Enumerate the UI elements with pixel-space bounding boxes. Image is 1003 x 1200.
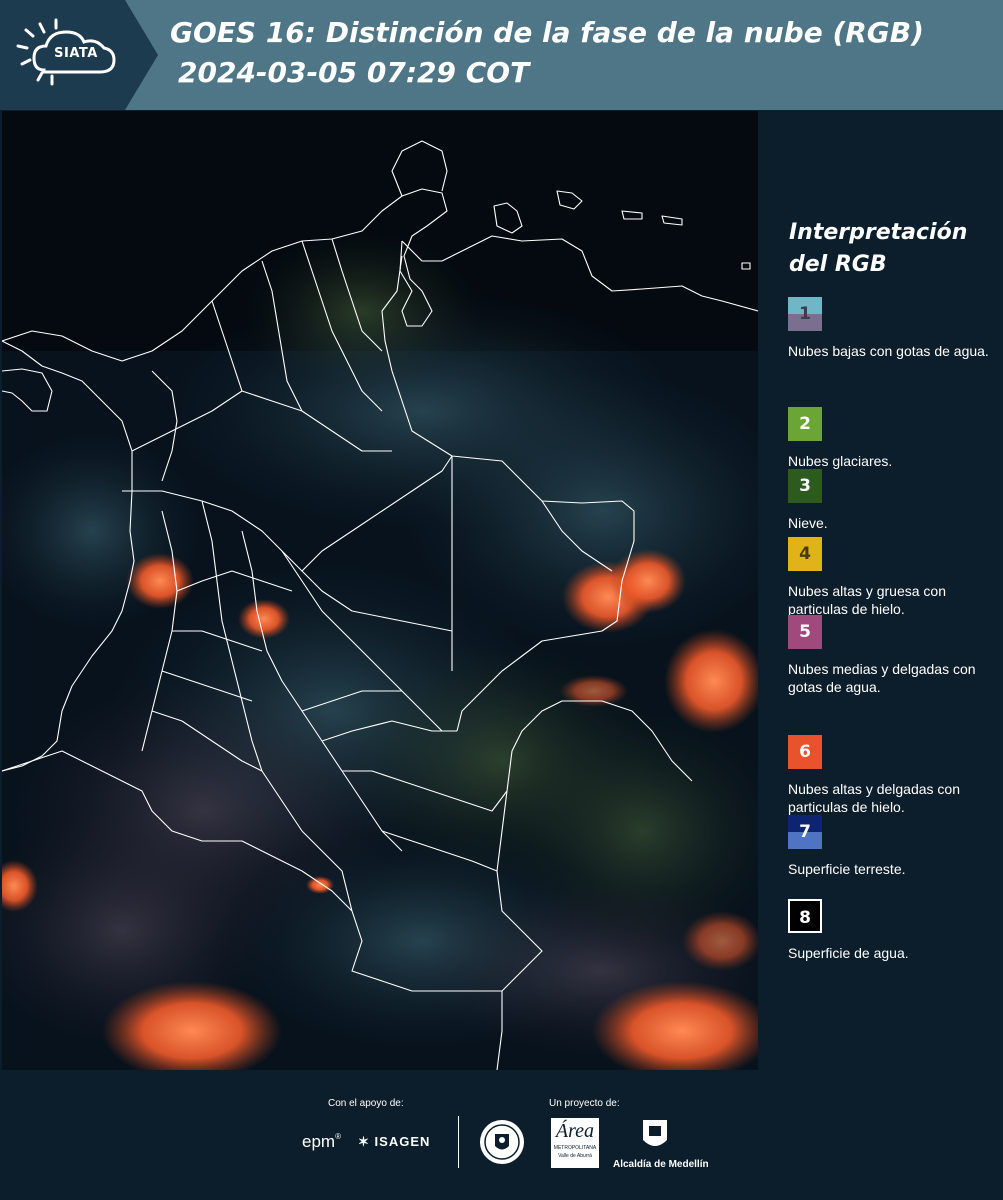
- epm-logo: epm®: [302, 1132, 341, 1151]
- isagen-logo-text: ISAGEN: [374, 1134, 431, 1149]
- project-label: Un proyecto de:: [549, 1098, 620, 1109]
- area-logo-sub2: Valle de Aburrá: [558, 1153, 592, 1159]
- legend-item-8: 8 Superficie de agua.: [788, 899, 998, 962]
- legend-item-2: 2 Nubes glaciares.: [788, 407, 998, 470]
- legend-title: Interpretación del RGB: [789, 220, 968, 277]
- legend-item-5: 5 Nubes medias y delgadas con gotas de ag…: [788, 615, 998, 696]
- legend-swatch: 1: [788, 297, 822, 331]
- page-title: GOES 16: Distinción de la fase de la nub…: [170, 16, 924, 49]
- alcaldia-shield-logo: [640, 1118, 670, 1154]
- legend-item-1: 1 Nubes bajas con gotas de agua.: [788, 297, 998, 360]
- legend-swatch-number: 7: [799, 822, 811, 842]
- satellite-map: [2, 111, 758, 1070]
- footer-bar: Con el apoyo de: Un proyecto de: epm® ✶ …: [0, 1070, 1003, 1200]
- siata-logo: SIATA: [0, 0, 158, 110]
- legend-item-label: Nubes altas y gruesa con particulas de h…: [788, 583, 946, 617]
- legend-item-label: Nieve.: [788, 515, 828, 531]
- area-metropolitana-logo: Área METROPOLITANA Valle de Aburrá: [551, 1118, 599, 1168]
- epm-logo-text: epm: [302, 1132, 336, 1151]
- legend-item-4: 4 Nubes altas y gruesa con particulas de …: [788, 537, 998, 618]
- legend-item-label: Nubes altas y delgadas con particulas de…: [788, 781, 960, 815]
- isagen-logo: ✶ ISAGEN: [358, 1134, 430, 1150]
- legend-swatch: 4: [788, 537, 822, 571]
- legend-swatch: 8: [788, 899, 822, 933]
- area-logo-sub: METROPOLITANA: [553, 1145, 597, 1151]
- alcaldia-label: Alcaldía de Medellín: [613, 1159, 709, 1170]
- legend-item-6: 6 Nubes altas y delgadas con particulas d…: [788, 735, 998, 816]
- footer-divider: [458, 1116, 459, 1168]
- page-timestamp: 2024-03-05 07:29 COT: [178, 56, 530, 89]
- support-label: Con el apoyo de:: [328, 1098, 404, 1109]
- legend-swatch-number: 4: [799, 544, 811, 564]
- legend-swatch: 5: [788, 615, 822, 649]
- header-bar: SIATA GOES 16: Distinción de la fase de …: [0, 0, 1003, 110]
- legend-item-label: Nubes glaciares.: [788, 453, 893, 469]
- legend-swatch-number: 6: [799, 742, 811, 762]
- legend-item-label: Nubes medias y delgadas con gotas de agu…: [788, 661, 976, 695]
- isagen-star-icon: ✶: [358, 1134, 370, 1149]
- legend-swatch: 7: [788, 815, 822, 849]
- legend-panel: Interpretación del RGB 1 Nubes bajas con …: [758, 111, 1003, 1070]
- legend-swatch: 6: [788, 735, 822, 769]
- legend-swatch-number: 3: [799, 476, 811, 496]
- legend-swatch-number: 2: [799, 414, 811, 434]
- legend-swatch: 3: [788, 469, 822, 503]
- legend-swatch-number: 1: [799, 304, 811, 324]
- medellin-seal-logo: [478, 1118, 526, 1166]
- legend-item-3: 3 Nieve.: [788, 469, 998, 532]
- legend-swatch-number: 8: [799, 908, 811, 928]
- area-logo-name: Área: [555, 1120, 595, 1142]
- legend-swatch: 2: [788, 407, 822, 441]
- legend-item-label: Superficie de agua.: [788, 945, 909, 961]
- legend-item-7: 7 Superficie terreste.: [788, 815, 998, 878]
- legend-item-label: Nubes bajas con gotas de agua.: [788, 343, 989, 359]
- siata-logo-text: SIATA: [54, 46, 98, 61]
- legend-item-label: Superficie terreste.: [788, 861, 906, 877]
- legend-swatch-number: 5: [799, 622, 811, 642]
